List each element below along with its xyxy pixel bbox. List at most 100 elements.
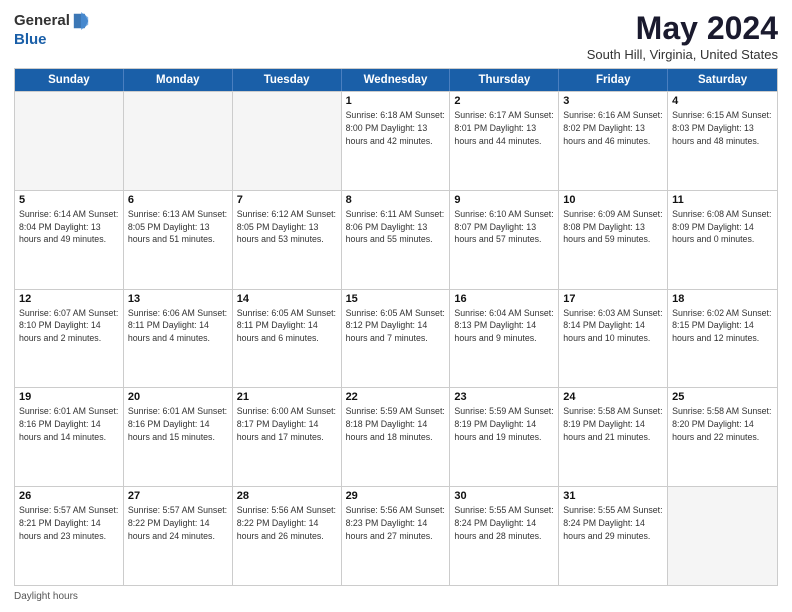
calendar-cell: 21Sunrise: 6:00 AM Sunset: 8:17 PM Dayli… <box>233 388 342 486</box>
day-info: Sunrise: 6:16 AM Sunset: 8:02 PM Dayligh… <box>563 109 663 147</box>
day-number: 4 <box>672 95 773 107</box>
day-info: Sunrise: 6:09 AM Sunset: 8:08 PM Dayligh… <box>563 208 663 246</box>
day-number: 10 <box>563 194 663 206</box>
title-block: May 2024 South Hill, Virginia, United St… <box>587 10 778 62</box>
day-info: Sunrise: 5:57 AM Sunset: 8:21 PM Dayligh… <box>19 504 119 542</box>
calendar-cell: 13 Sunrise: 6:06 AM Sunset: 8:11 PM Dayli… <box>124 290 233 388</box>
day-number: 27 <box>128 490 228 502</box>
calendar-header-cell: Sunday <box>15 69 124 91</box>
footer-text: Daylight hours <box>14 591 78 602</box>
day-info: Sunrise: 6:07 AM Sunset: 8:10 PM Dayligh… <box>19 307 119 345</box>
day-number: 21 <box>237 391 337 403</box>
calendar-cell: 26 Sunrise: 5:57 AM Sunset: 8:21 PM Dayli… <box>15 487 124 585</box>
calendar-header-cell: Friday <box>559 69 668 91</box>
calendar-body: 1 Sunrise: 6:18 AM Sunset: 8:00 PM Daylig… <box>15 91 777 585</box>
day-number: 30 <box>454 490 554 502</box>
day-number: 26 <box>19 490 119 502</box>
day-number: 12 <box>19 293 119 305</box>
calendar-cell: 20 Sunrise: 6:01 AM Sunset: 8:16 PM Dayli… <box>124 388 233 486</box>
calendar-cell: 27 Sunrise: 5:57 AM Sunset: 8:22 PM Dayli… <box>124 487 233 585</box>
day-info: Sunrise: 5:58 AM Sunset: 8:19 PM Dayligh… <box>563 405 663 443</box>
calendar-cell: 5Sunrise: 6:14 AM Sunset: 8:04 PM Daylig… <box>15 191 124 289</box>
calendar-cell: 1 Sunrise: 6:18 AM Sunset: 8:00 PM Daylig… <box>342 92 451 190</box>
day-info: Sunrise: 5:57 AM Sunset: 8:22 PM Dayligh… <box>128 504 228 542</box>
day-info: Sunrise: 6:01 AM Sunset: 8:16 PM Dayligh… <box>128 405 228 443</box>
calendar-cell: 16Sunrise: 6:04 AM Sunset: 8:13 PM Dayli… <box>450 290 559 388</box>
day-info: Sunrise: 5:55 AM Sunset: 8:24 PM Dayligh… <box>454 504 554 542</box>
logo-icon <box>72 10 90 32</box>
day-info: Sunrise: 6:10 AM Sunset: 8:07 PM Dayligh… <box>454 208 554 246</box>
calendar-cell: 11Sunrise: 6:08 AM Sunset: 8:09 PM Dayli… <box>668 191 777 289</box>
day-info: Sunrise: 6:14 AM Sunset: 8:04 PM Dayligh… <box>19 208 119 246</box>
calendar-cell <box>668 487 777 585</box>
logo: General Blue <box>14 10 90 49</box>
day-number: 2 <box>454 95 554 107</box>
calendar-cell: 14 Sunrise: 6:05 AM Sunset: 8:11 PM Dayli… <box>233 290 342 388</box>
calendar-header-cell: Tuesday <box>233 69 342 91</box>
calendar-cell <box>233 92 342 190</box>
day-number: 1 <box>346 95 446 107</box>
calendar-cell <box>15 92 124 190</box>
day-info: Sunrise: 6:11 AM Sunset: 8:06 PM Dayligh… <box>346 208 446 246</box>
calendar-cell: 12 Sunrise: 6:07 AM Sunset: 8:10 PM Dayli… <box>15 290 124 388</box>
day-number: 19 <box>19 391 119 403</box>
calendar-cell: 9Sunrise: 6:10 AM Sunset: 8:07 PM Daylig… <box>450 191 559 289</box>
calendar-header-cell: Monday <box>124 69 233 91</box>
calendar-cell: 7 Sunrise: 6:12 AM Sunset: 8:05 PM Daylig… <box>233 191 342 289</box>
calendar-cell: 15 Sunrise: 6:05 AM Sunset: 8:12 PM Dayli… <box>342 290 451 388</box>
day-info: Sunrise: 6:02 AM Sunset: 8:15 PM Dayligh… <box>672 307 773 345</box>
calendar-cell: 3Sunrise: 6:16 AM Sunset: 8:02 PM Daylig… <box>559 92 668 190</box>
calendar-cell: 17 Sunrise: 6:03 AM Sunset: 8:14 PM Dayli… <box>559 290 668 388</box>
day-info: Sunrise: 6:12 AM Sunset: 8:05 PM Dayligh… <box>237 208 337 246</box>
page: General Blue May 2024 South Hill, Virgin… <box>0 0 792 612</box>
calendar-cell: 31Sunrise: 5:55 AM Sunset: 8:24 PM Dayli… <box>559 487 668 585</box>
day-number: 22 <box>346 391 446 403</box>
header: General Blue May 2024 South Hill, Virgin… <box>14 10 778 62</box>
day-number: 20 <box>128 391 228 403</box>
calendar-row: 12 Sunrise: 6:07 AM Sunset: 8:10 PM Dayli… <box>15 289 777 388</box>
calendar: SundayMondayTuesdayWednesdayThursdayFrid… <box>14 68 778 586</box>
calendar-cell: 19 Sunrise: 6:01 AM Sunset: 8:16 PM Dayli… <box>15 388 124 486</box>
calendar-row: 5Sunrise: 6:14 AM Sunset: 8:04 PM Daylig… <box>15 190 777 289</box>
day-info: Sunrise: 6:01 AM Sunset: 8:16 PM Dayligh… <box>19 405 119 443</box>
day-info: Sunrise: 5:56 AM Sunset: 8:22 PM Dayligh… <box>237 504 337 542</box>
day-number: 24 <box>563 391 663 403</box>
day-info: Sunrise: 5:55 AM Sunset: 8:24 PM Dayligh… <box>563 504 663 542</box>
day-info: Sunrise: 6:05 AM Sunset: 8:12 PM Dayligh… <box>346 307 446 345</box>
calendar-cell: 25Sunrise: 5:58 AM Sunset: 8:20 PM Dayli… <box>668 388 777 486</box>
day-number: 28 <box>237 490 337 502</box>
day-number: 18 <box>672 293 773 305</box>
day-number: 7 <box>237 194 337 206</box>
day-info: Sunrise: 6:04 AM Sunset: 8:13 PM Dayligh… <box>454 307 554 345</box>
day-info: Sunrise: 6:13 AM Sunset: 8:05 PM Dayligh… <box>128 208 228 246</box>
day-number: 11 <box>672 194 773 206</box>
calendar-cell: 29Sunrise: 5:56 AM Sunset: 8:23 PM Dayli… <box>342 487 451 585</box>
calendar-cell: 23Sunrise: 5:59 AM Sunset: 8:19 PM Dayli… <box>450 388 559 486</box>
calendar-header-cell: Thursday <box>450 69 559 91</box>
footer: Daylight hours <box>14 591 778 602</box>
day-number: 13 <box>128 293 228 305</box>
calendar-header-cell: Wednesday <box>342 69 451 91</box>
day-number: 15 <box>346 293 446 305</box>
calendar-header-row: SundayMondayTuesdayWednesdayThursdayFrid… <box>15 69 777 91</box>
calendar-cell: 8 Sunrise: 6:11 AM Sunset: 8:06 PM Daylig… <box>342 191 451 289</box>
day-info: Sunrise: 6:05 AM Sunset: 8:11 PM Dayligh… <box>237 307 337 345</box>
calendar-row: 26 Sunrise: 5:57 AM Sunset: 8:21 PM Dayli… <box>15 486 777 585</box>
day-info: Sunrise: 6:18 AM Sunset: 8:00 PM Dayligh… <box>346 109 446 147</box>
day-number: 23 <box>454 391 554 403</box>
calendar-header-cell: Saturday <box>668 69 777 91</box>
logo-text: General <box>14 13 70 30</box>
calendar-cell: 2 Sunrise: 6:17 AM Sunset: 8:01 PM Daylig… <box>450 92 559 190</box>
logo-blue-text: Blue <box>14 32 47 49</box>
day-number: 14 <box>237 293 337 305</box>
day-info: Sunrise: 6:06 AM Sunset: 8:11 PM Dayligh… <box>128 307 228 345</box>
day-info: Sunrise: 6:17 AM Sunset: 8:01 PM Dayligh… <box>454 109 554 147</box>
calendar-cell: 24 Sunrise: 5:58 AM Sunset: 8:19 PM Dayli… <box>559 388 668 486</box>
day-info: Sunrise: 6:03 AM Sunset: 8:14 PM Dayligh… <box>563 307 663 345</box>
day-number: 17 <box>563 293 663 305</box>
calendar-cell <box>124 92 233 190</box>
calendar-cell: 18 Sunrise: 6:02 AM Sunset: 8:15 PM Dayli… <box>668 290 777 388</box>
day-number: 8 <box>346 194 446 206</box>
month-title: May 2024 <box>587 10 778 47</box>
calendar-cell: 22Sunrise: 5:59 AM Sunset: 8:18 PM Dayli… <box>342 388 451 486</box>
